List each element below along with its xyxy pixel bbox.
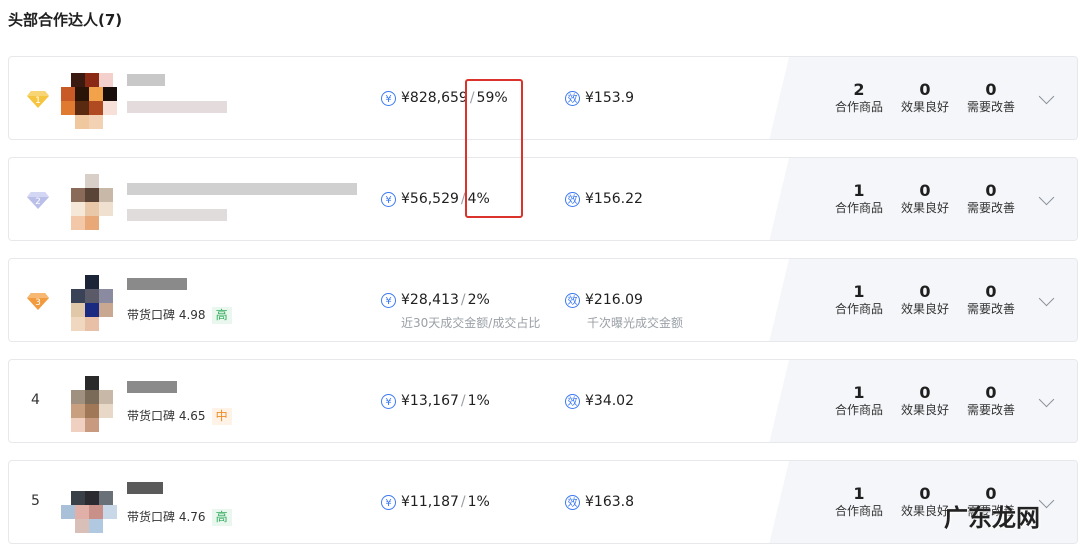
- rating-level-badge: 高: [211, 509, 232, 526]
- efficiency-circle-icon: 效: [565, 393, 580, 409]
- rating-line: 带货口碑 4.65 中: [127, 407, 232, 425]
- svg-text:2: 2: [35, 197, 41, 207]
- efficiency-value: 效 ¥156.22: [565, 191, 643, 207]
- avatar: [61, 174, 121, 230]
- blurred-name: [127, 482, 163, 494]
- talent-card[interactable]: 2 ¥ ¥56,529/4% 效 ¥156.22 1 合作商品 0 效果良好 0 需要改善: [8, 157, 1078, 241]
- stat-good: 0 效果良好: [900, 282, 949, 317]
- site-watermark: 广东龙网: [944, 504, 1040, 532]
- blurred-info: [127, 209, 227, 221]
- talent-card[interactable]: 5 带货口碑 4.76 高 ¥ ¥11,187/1% 效 ¥163.8 1 合作商品 0…: [8, 460, 1078, 544]
- rating-line: 带货口碑 4.98 高: [127, 306, 232, 324]
- yuan-circle-icon: ¥: [381, 292, 396, 308]
- gmv-share: 2%: [467, 292, 490, 308]
- efficiency-amount: ¥153.9: [585, 90, 634, 106]
- gmv-value: ¥ ¥11,187/1%: [381, 494, 490, 510]
- gmv-value: ¥ ¥28,413/2%: [381, 292, 490, 308]
- stat-products: 2 合作商品: [834, 80, 883, 115]
- blurred-name: [127, 381, 177, 393]
- gmv-amount: ¥828,659: [401, 90, 468, 106]
- efficiency-circle-icon: 效: [565, 494, 580, 510]
- talent-card[interactable]: 3 带货口碑 4.98 高 ¥ ¥28,413/2% 近30天成交金额/成交占比 效…: [8, 258, 1078, 342]
- rank-number: 4: [31, 392, 40, 408]
- stat-products: 1 合作商品: [834, 383, 883, 418]
- efficiency-value: 效 ¥216.09: [565, 292, 643, 308]
- blurred-info: [127, 101, 227, 113]
- efficiency-circle-icon: 效: [565, 90, 580, 106]
- rating-level-badge: 中: [211, 408, 232, 425]
- rating-score: 4.65: [178, 409, 206, 423]
- efficiency-amount: ¥34.02: [585, 393, 634, 409]
- gmv-value: ¥ ¥13,167/1%: [381, 393, 490, 409]
- svg-text:3: 3: [35, 298, 41, 308]
- bronze-diamond-rank-icon: 3: [27, 293, 49, 310]
- stat-good: 0 效果良好: [900, 80, 949, 115]
- gmv-amount: ¥28,413: [401, 292, 459, 308]
- efficiency-value: 效 ¥163.8: [565, 494, 634, 510]
- efficiency-value: 效 ¥153.9: [565, 90, 634, 106]
- gmv-share: 1%: [467, 393, 490, 409]
- rating-score: 4.76: [178, 510, 206, 524]
- avatar: [61, 376, 121, 432]
- avatar: [61, 275, 121, 331]
- silver-diamond-rank-icon: 2: [27, 192, 49, 209]
- yuan-circle-icon: ¥: [381, 494, 396, 510]
- efficiency-amount: ¥216.09: [585, 292, 643, 308]
- avatar: [61, 73, 121, 129]
- rating-level-badge: 高: [211, 307, 232, 324]
- blurred-name: [127, 74, 165, 86]
- stat-improve: 0 需要改善: [966, 80, 1015, 115]
- blurred-name: [127, 278, 187, 290]
- gmv-sublabel: 近30天成交金额/成交占比: [401, 316, 541, 330]
- gmv-share: 1%: [467, 494, 490, 510]
- stat-good: 0 效果良好: [900, 181, 949, 216]
- efficiency-sublabel: 千次曝光成交金额: [587, 316, 684, 330]
- talent-card[interactable]: 4 带货口碑 4.65 中 ¥ ¥13,167/1% 效 ¥34.02 1 合作商品 0…: [8, 359, 1078, 443]
- yuan-circle-icon: ¥: [381, 393, 396, 409]
- rating-line: 带货口碑 4.76 高: [127, 508, 232, 526]
- efficiency-circle-icon: 效: [565, 191, 580, 207]
- rank-number: 5: [31, 493, 40, 509]
- gmv-amount: ¥13,167: [401, 393, 459, 409]
- stat-improve: 0 需要改善: [966, 282, 1015, 317]
- gmv-amount: ¥11,187: [401, 494, 459, 510]
- stat-improve: 0 需要改善: [966, 383, 1015, 418]
- gold-diamond-rank-icon: 1: [27, 91, 49, 108]
- svg-text:1: 1: [35, 96, 41, 106]
- yuan-circle-icon: ¥: [381, 191, 396, 207]
- stat-products: 1 合作商品: [834, 484, 883, 519]
- section-title: 头部合作达人(7): [8, 11, 123, 29]
- efficiency-value: 效 ¥34.02: [565, 393, 634, 409]
- efficiency-amount: ¥163.8: [585, 494, 634, 510]
- talent-card[interactable]: 1 ¥ ¥828,659/59% 效 ¥153.9 2 合作商品 0 效果良好 0 需要改…: [8, 56, 1078, 140]
- rating-score: 4.98: [178, 308, 206, 322]
- stat-improve: 0 需要改善: [966, 181, 1015, 216]
- yuan-circle-icon: ¥: [381, 90, 396, 106]
- efficiency-amount: ¥156.22: [585, 191, 643, 207]
- avatar: [61, 477, 121, 533]
- annotation-highlight-box: [465, 79, 523, 218]
- efficiency-circle-icon: 效: [565, 292, 580, 308]
- stat-products: 1 合作商品: [834, 282, 883, 317]
- stat-good: 0 效果良好: [900, 383, 949, 418]
- stat-products: 1 合作商品: [834, 181, 883, 216]
- blurred-name: [127, 183, 357, 195]
- gmv-amount: ¥56,529: [401, 191, 459, 207]
